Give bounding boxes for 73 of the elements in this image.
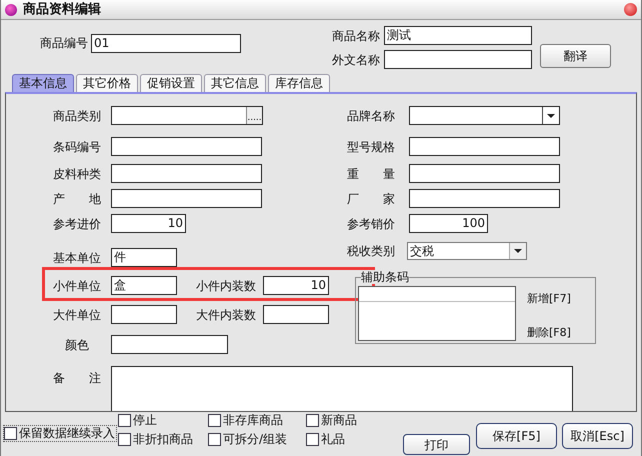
field-label: 税收类别 [347,243,396,260]
text-field[interactable] [384,50,532,69]
field-label: 商品类别 [52,108,102,124]
checkbox[interactable] [208,433,221,446]
text-field[interactable]: 件 [111,248,177,267]
tab[interactable]: 其它信息 [204,74,266,92]
field-label: 商品编号 [40,35,88,52]
text-field[interactable]: 01 [91,34,241,53]
dialog-button[interactable]: 保存[F5] [476,423,557,449]
text-field[interactable] [111,189,262,208]
group-title: 辅助条码 [361,270,409,284]
field-label: 参考销价 [347,216,396,232]
field-label: 皮料种类 [52,166,102,182]
tab[interactable]: 基本信息 [12,74,74,92]
dropdown-field[interactable] [409,106,560,125]
text-field[interactable]: 测试 [384,26,532,45]
field-label: 参考进价 [52,216,102,232]
checkbox[interactable] [4,427,17,440]
field-label: 大件单位 [52,306,102,324]
text-field[interactable] [111,137,262,156]
checkbox-label: 保留数据继续录入 [19,426,115,441]
remarks-field[interactable] [111,366,573,411]
dropdown-field[interactable]: 交税 [407,242,527,260]
text-field[interactable] [409,137,560,156]
field-label: 重 量 [347,166,396,182]
checkbox-label: 礼品 [321,432,345,447]
field-label: 品牌名称 [347,108,396,124]
field-label: 产 地 [52,190,102,208]
tab[interactable]: 促销设置 [140,74,202,92]
checkbox[interactable] [118,433,131,446]
field-label: 基本单位 [52,250,102,266]
browse-field[interactable]: ..... [111,106,263,125]
number-field[interactable]: 10 [263,276,329,295]
number-field[interactable]: 10 [111,214,186,233]
checkbox[interactable] [208,414,221,427]
field-label: 大件内装数 [196,306,257,324]
field-label: 商品名称 [332,28,380,44]
text-field[interactable]: 盒 [111,276,177,295]
window-title: 商品资料编辑 [23,0,101,19]
field-label: 外文名称 [332,52,380,68]
checkbox[interactable] [118,414,131,427]
text-field[interactable] [111,335,228,354]
app-icon [5,4,17,16]
field-label: 厂 家 [347,190,396,208]
translate-button[interactable]: 翻译 [540,44,611,68]
field-label: 型号规格 [347,138,396,156]
checkbox-label: 停止 [133,413,157,428]
browse-button[interactable]: ..... [246,107,262,124]
barcode-action-button[interactable]: 删除[F8] [527,324,571,341]
barcode-list[interactable] [358,286,516,341]
text-field[interactable] [111,305,177,324]
barcode-action-button[interactable]: 新增[F7] [527,291,571,308]
text-field[interactable] [409,189,560,208]
checkbox[interactable] [306,414,319,427]
dialog-button[interactable]: 取消[Esc] [562,423,633,449]
field-label: 备 注 [52,370,102,387]
field-label: 小件内装数 [196,278,257,294]
text-field[interactable] [409,164,560,183]
field-label: 小件单位 [52,278,102,294]
tab[interactable]: 库存信息 [268,74,330,92]
dialog-button[interactable]: 打印 [403,434,470,455]
checkbox-label: 可拆分/组装 [223,432,288,447]
field-label: 颜色 [64,336,90,354]
checkbox-label: 非折扣商品 [133,432,193,447]
close-button[interactable] [624,3,637,16]
checkbox-label: 非存库商品 [223,413,283,428]
number-field[interactable] [263,305,329,324]
field-label: 条码编号 [52,138,102,156]
text-field[interactable] [111,164,262,183]
number-field[interactable]: 100 [409,214,488,233]
checkbox-label: 新商品 [321,413,357,428]
tab[interactable]: 其它价格 [76,74,138,92]
checkbox[interactable] [306,433,319,446]
